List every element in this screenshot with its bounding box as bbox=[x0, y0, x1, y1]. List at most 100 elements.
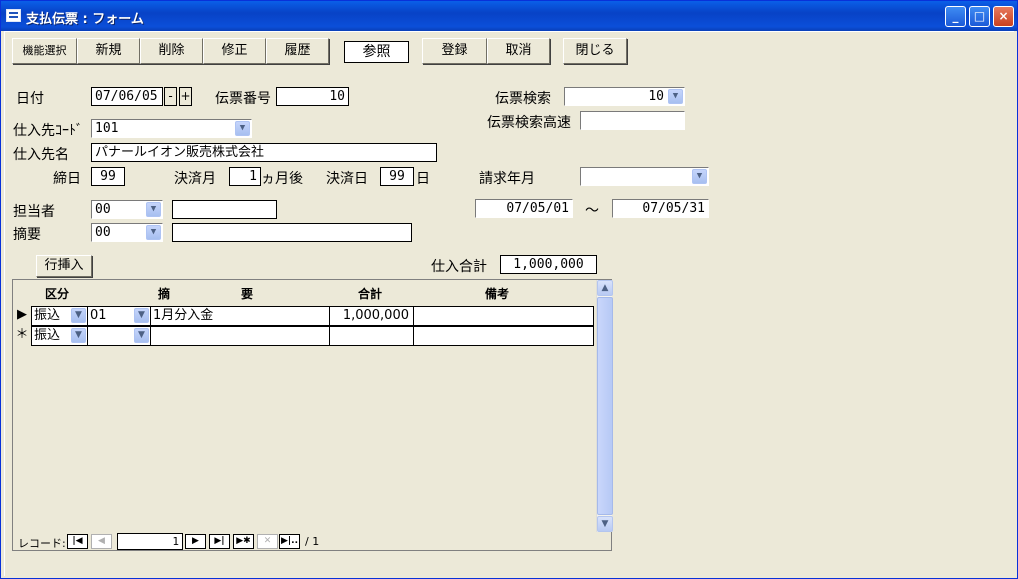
period-from-field[interactable]: 07/05/01 bbox=[475, 199, 573, 218]
chevron-down-icon[interactable]: ▼ bbox=[668, 89, 683, 104]
code-cell[interactable]: ▼ bbox=[87, 326, 151, 346]
form-window: 支払伝票 : フォーム _ □ × 機能選択 新規 削除 修正 履歴 参照 登録… bbox=[0, 0, 1018, 579]
close-button[interactable]: 閉じる bbox=[563, 38, 627, 64]
chevron-down-icon[interactable]: ▼ bbox=[134, 308, 149, 323]
closing-day-field[interactable]: 99 bbox=[91, 167, 125, 186]
supplier-code-combo[interactable]: 101 ▼ bbox=[91, 119, 252, 138]
total-cell[interactable] bbox=[329, 326, 414, 346]
supplier-name-field[interactable]: パナールイオン販売株式会社 bbox=[91, 143, 437, 162]
edit-button[interactable]: 修正 bbox=[203, 38, 266, 64]
slip-search-value: 10 bbox=[648, 89, 664, 104]
chevron-down-icon[interactable]: ▼ bbox=[146, 225, 161, 240]
close-window-button[interactable]: × bbox=[993, 6, 1014, 27]
col-header-total: 合計 bbox=[358, 287, 383, 301]
chevron-down-icon[interactable]: ▼ bbox=[71, 308, 86, 323]
slip-search-label: 伝票検索 bbox=[495, 91, 551, 107]
record-navigator: レコード: |◀ ◀ 1 ▶ ▶| ▶✱ ✕ ▶|.. / 1 bbox=[13, 532, 596, 551]
new-record-icon[interactable]: ▶✱ bbox=[233, 534, 254, 549]
delete-record-icon[interactable]: ✕ bbox=[257, 534, 278, 549]
settle-day-suffix: 日 bbox=[416, 171, 430, 187]
row-selector[interactable]: ▶ bbox=[13, 306, 31, 326]
supplier-name-label: 仕入先名 bbox=[13, 147, 69, 163]
settle-day-field[interactable]: 99 bbox=[380, 167, 414, 186]
record-count: / 1 bbox=[305, 535, 320, 548]
record-number-field[interactable]: 1 bbox=[117, 533, 183, 550]
col-header-kubun: 区分 bbox=[45, 287, 70, 301]
summary-cell[interactable] bbox=[150, 326, 330, 346]
slip-search-combo[interactable]: 10 ▼ bbox=[564, 87, 685, 106]
chevron-down-icon[interactable]: ▼ bbox=[146, 202, 161, 217]
billing-month-combo[interactable]: ▼ bbox=[580, 167, 709, 186]
total-label: 仕入合計 bbox=[431, 259, 487, 275]
total-cell[interactable]: 1,000,000 bbox=[329, 306, 414, 326]
func-select-button[interactable]: 機能選択 bbox=[12, 38, 77, 64]
slip-no-label: 伝票番号 bbox=[215, 91, 271, 107]
col-header-summary-2: 要 bbox=[241, 287, 254, 301]
settle-month-field[interactable]: 1 bbox=[229, 167, 261, 186]
form-icon bbox=[6, 9, 21, 22]
jump-record-icon[interactable]: ▶|.. bbox=[279, 534, 300, 549]
date-minus-button[interactable]: - bbox=[164, 87, 177, 106]
total-field: 1,000,000 bbox=[500, 255, 597, 274]
summary-code-value: 00 bbox=[95, 225, 111, 240]
detail-grid: 区分 摘 要 合計 備考 ▶ 振込 ▼ 01 ▼ 1月分入金 1,000,000… bbox=[12, 279, 613, 551]
settle-month-label: 決済月 bbox=[174, 171, 216, 187]
first-record-icon[interactable]: |◀ bbox=[67, 534, 88, 549]
last-record-icon[interactable]: ▶| bbox=[209, 534, 230, 549]
scroll-down-icon[interactable]: ▼ bbox=[597, 516, 613, 532]
closing-day-label: 締日 bbox=[53, 171, 81, 187]
title-bar: 支払伝票 : フォーム _ □ × bbox=[1, 1, 1017, 31]
chevron-down-icon[interactable]: ▼ bbox=[235, 121, 250, 136]
chevron-down-icon[interactable]: ▼ bbox=[134, 328, 149, 343]
history-button[interactable]: 履歴 bbox=[266, 38, 329, 64]
staff-code-combo[interactable]: 00 ▼ bbox=[91, 200, 163, 219]
note-cell[interactable] bbox=[413, 306, 594, 326]
row-selector-new[interactable]: ＊ bbox=[13, 326, 31, 346]
next-record-icon[interactable]: ▶ bbox=[185, 534, 206, 549]
code-value: 01 bbox=[90, 308, 107, 323]
code-cell[interactable]: 01 ▼ bbox=[87, 306, 151, 326]
vertical-scrollbar[interactable]: ▲ ▼ bbox=[596, 280, 613, 532]
delete-button[interactable]: 削除 bbox=[140, 38, 203, 64]
register-button[interactable]: 登録 bbox=[422, 38, 487, 64]
kubun-value: 振込 bbox=[34, 328, 61, 343]
kubun-value: 振込 bbox=[34, 308, 61, 323]
settle-day-label: 決済日 bbox=[326, 171, 368, 187]
date-field[interactable]: 07/06/05 bbox=[91, 87, 163, 106]
summary-text-field[interactable] bbox=[172, 223, 412, 242]
insert-row-button[interactable]: 行挿入 bbox=[36, 255, 92, 277]
col-header-note: 備考 bbox=[485, 287, 510, 301]
reference-button[interactable]: 参照 bbox=[344, 41, 409, 63]
previous-record-icon[interactable]: ◀ bbox=[91, 534, 112, 549]
new-button[interactable]: 新規 bbox=[77, 38, 140, 64]
chevron-down-icon[interactable]: ▼ bbox=[692, 169, 707, 184]
record-label: レコード: bbox=[18, 537, 66, 550]
maximize-button[interactable]: □ bbox=[969, 6, 990, 27]
kubun-cell[interactable]: 振込 ▼ bbox=[31, 326, 88, 346]
kubun-cell[interactable]: 振込 ▼ bbox=[31, 306, 88, 326]
scroll-up-icon[interactable]: ▲ bbox=[597, 280, 613, 296]
chevron-down-icon[interactable]: ▼ bbox=[71, 328, 86, 343]
summary-code-combo[interactable]: 00 ▼ bbox=[91, 223, 163, 242]
scroll-thumb[interactable] bbox=[597, 297, 613, 515]
staff-label: 担当者 bbox=[13, 204, 55, 220]
minimize-button[interactable]: _ bbox=[945, 6, 966, 27]
staff-code-value: 00 bbox=[95, 202, 111, 217]
date-plus-button[interactable]: + bbox=[179, 87, 192, 106]
supplier-code-value: 101 bbox=[95, 121, 119, 136]
slip-no-field[interactable]: 10 bbox=[276, 87, 349, 106]
col-header-summary-1: 摘 bbox=[158, 287, 171, 301]
cancel-button[interactable]: 取消 bbox=[487, 38, 550, 64]
billing-month-label: 請求年月 bbox=[479, 171, 535, 187]
period-to-field[interactable]: 07/05/31 bbox=[612, 199, 709, 218]
staff-name-field[interactable] bbox=[172, 200, 277, 219]
summary-label: 摘要 bbox=[13, 227, 41, 243]
summary-cell[interactable]: 1月分入金 bbox=[150, 306, 330, 326]
slip-fast-search-label: 伝票検索高速 bbox=[487, 115, 571, 131]
period-separator: ～ bbox=[585, 203, 599, 219]
settle-month-suffix: ヵ月後 bbox=[261, 171, 303, 187]
note-cell[interactable] bbox=[413, 326, 594, 346]
slip-fast-search-field[interactable] bbox=[580, 111, 685, 130]
supplier-code-label: 仕入先ｺｰﾄﾞ bbox=[13, 123, 83, 139]
date-label: 日付 bbox=[16, 91, 44, 107]
